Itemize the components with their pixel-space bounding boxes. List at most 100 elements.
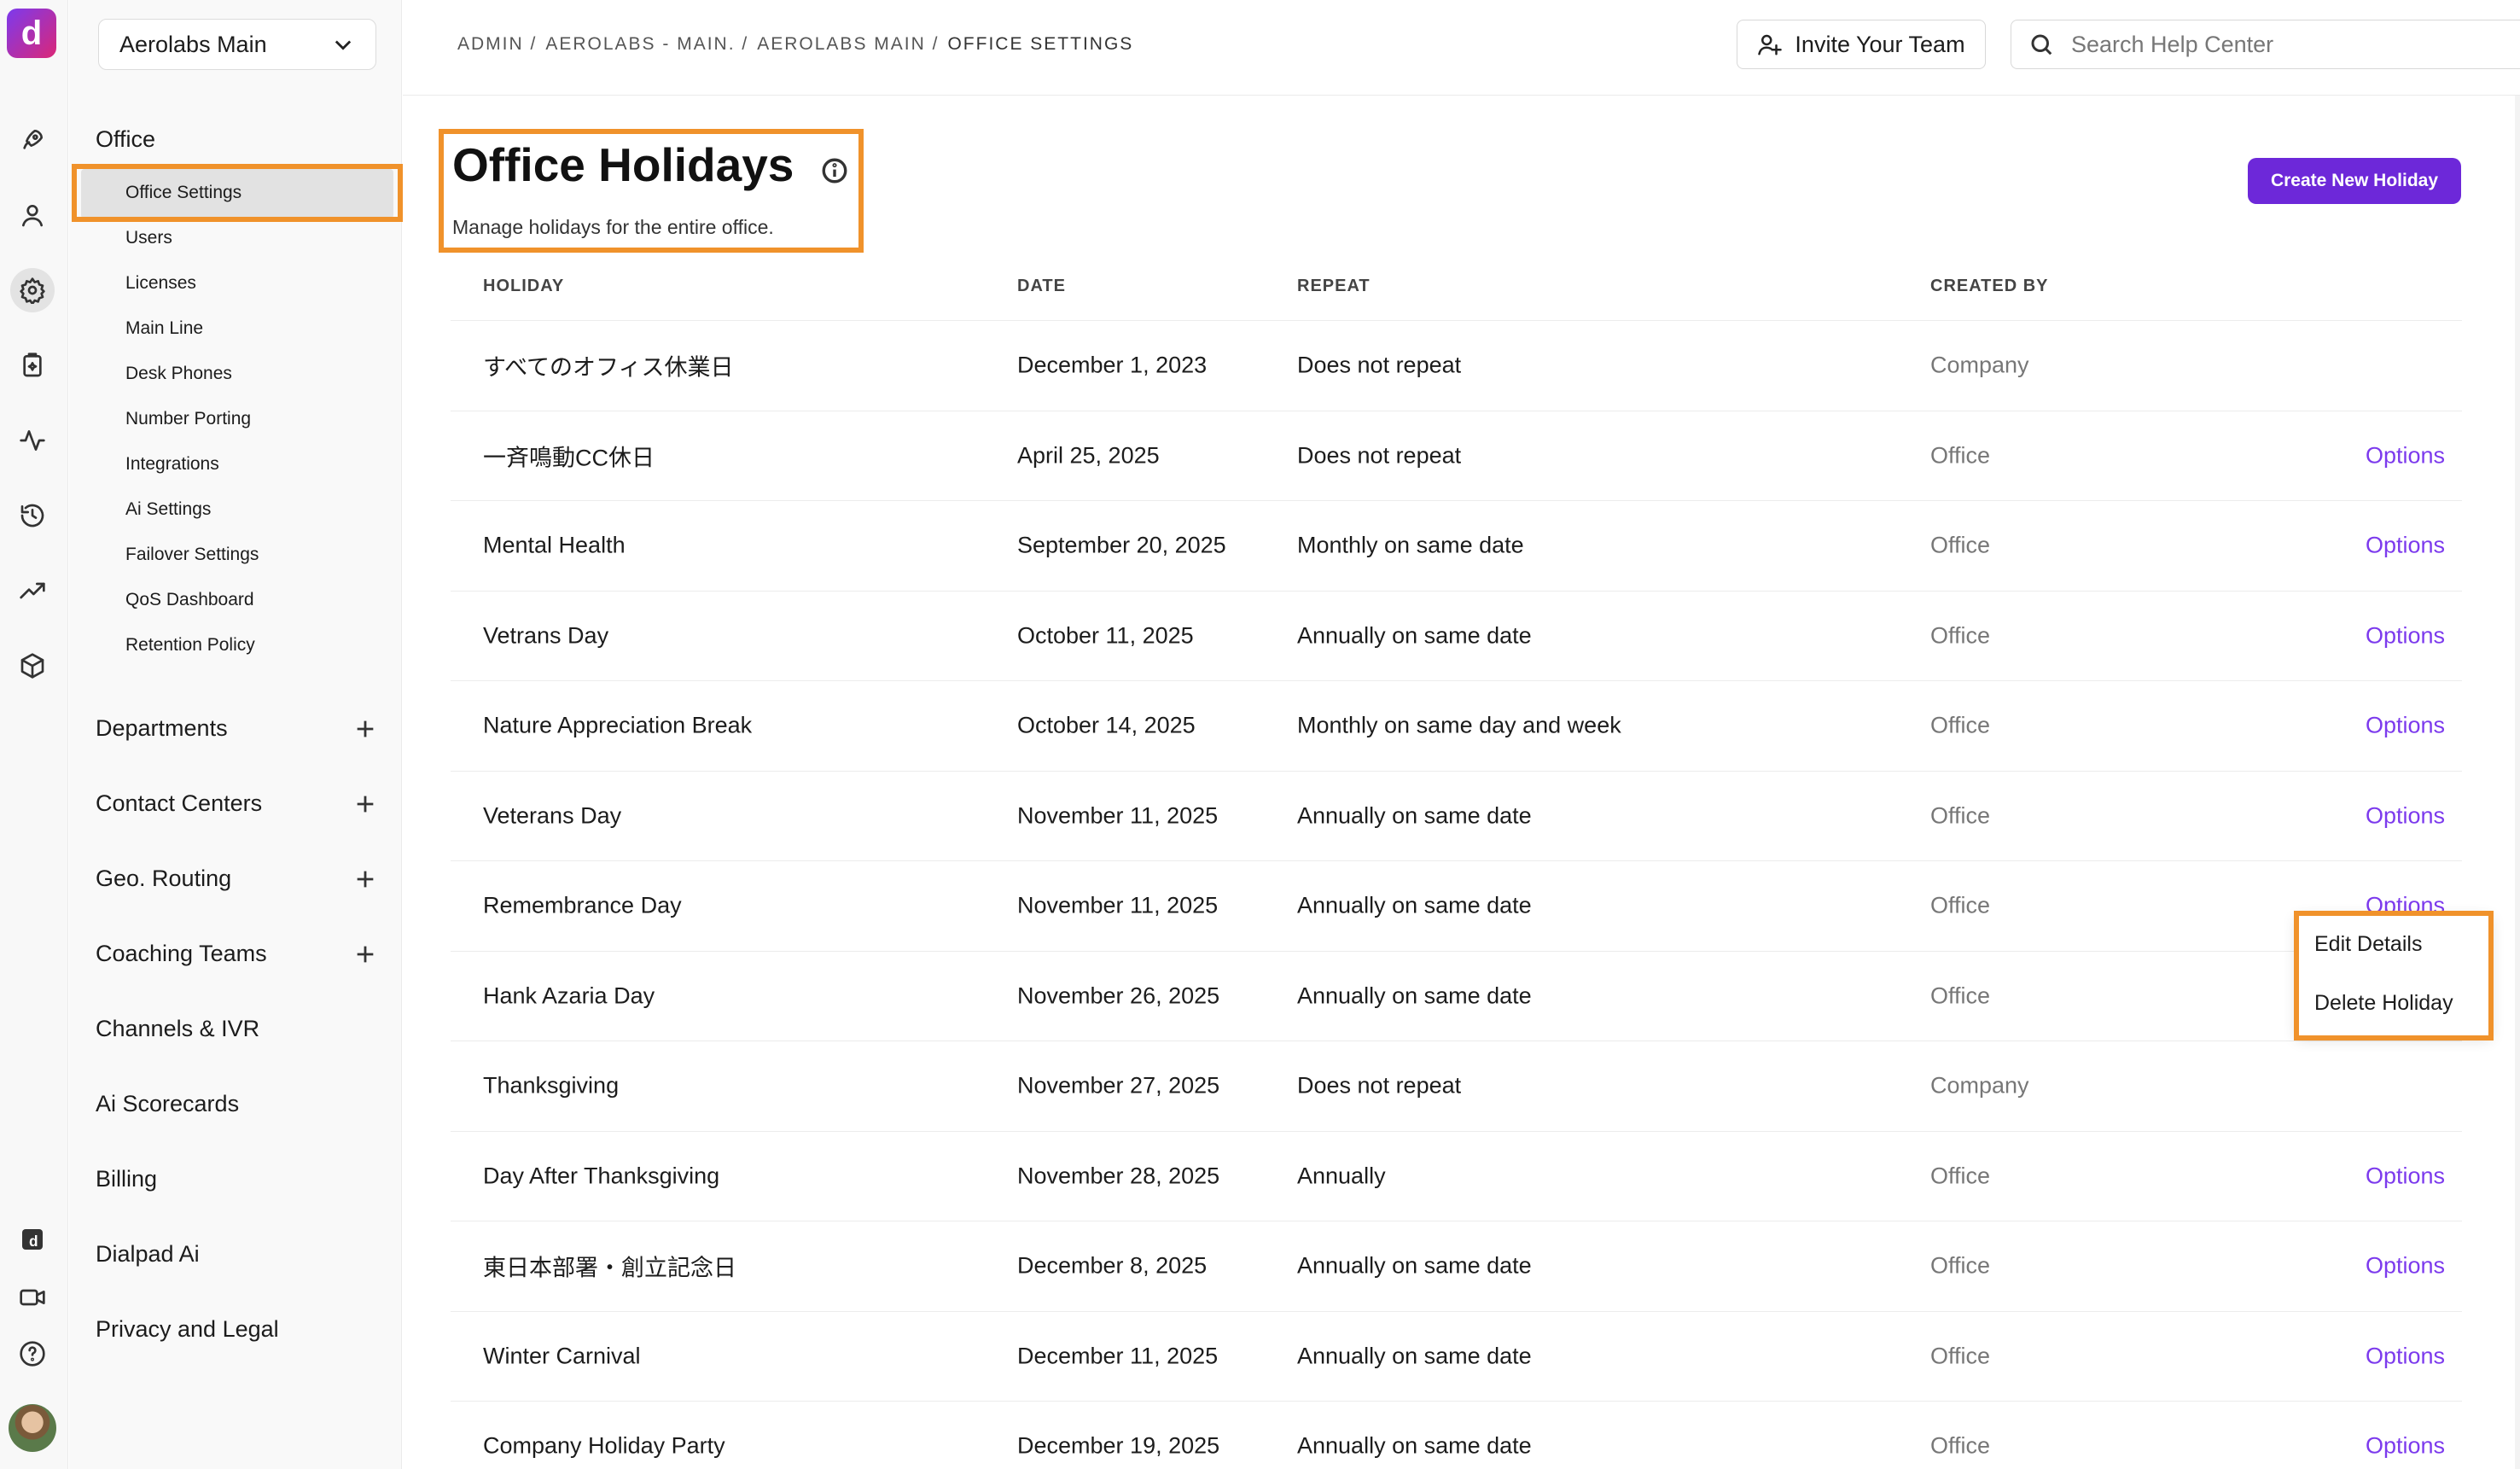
table-row: Day After Thanksgiving November 28, 2025 A… xyxy=(451,1132,2462,1221)
plus-icon[interactable] xyxy=(353,792,377,816)
table-row: 一斉鳴動CC休日 April 25, 2025 Does not repeat Off… xyxy=(451,411,2462,501)
sidebar-group-channels-ivr[interactable]: Channels & IVR xyxy=(96,1016,377,1042)
help-search[interactable] xyxy=(2011,20,2520,69)
create-holiday-button[interactable]: Create New Holiday xyxy=(2248,158,2461,204)
org-select[interactable]: Aerolabs Main xyxy=(98,19,376,70)
holiday-repeat: Annually xyxy=(1297,1163,1386,1189)
options-link[interactable]: Options xyxy=(2366,1433,2445,1460)
holiday-repeat: Annually on same date xyxy=(1297,982,1532,1009)
sidebar-item-integrations[interactable]: Integrations xyxy=(125,454,219,475)
sidebar-group-coaching-teams[interactable]: Coaching Teams xyxy=(96,941,377,967)
trending-up-icon[interactable] xyxy=(10,568,55,613)
sidebar-item-main-line[interactable]: Main Line xyxy=(125,318,203,339)
header-holiday: HOLIDAY xyxy=(483,277,565,295)
person-icon[interactable] xyxy=(10,193,55,237)
section-office[interactable]: Office xyxy=(96,126,155,153)
sidebar-group-privacy-legal[interactable]: Privacy and Legal xyxy=(96,1316,377,1343)
holiday-repeat: Annually on same date xyxy=(1297,1432,1532,1459)
clipboard-icon[interactable] xyxy=(10,343,55,388)
sidebar-item-desk-phones[interactable]: Desk Phones xyxy=(125,364,232,384)
sidebar-group-departments[interactable]: Departments xyxy=(96,715,377,742)
dialpad-logo-icon[interactable]: d xyxy=(10,1217,55,1262)
sidebar-item-ai-settings[interactable]: Ai Settings xyxy=(125,499,211,520)
holiday-created-by: Office xyxy=(1930,532,1991,558)
holiday-repeat: Does not repeat xyxy=(1297,1072,1462,1099)
holiday-created-by: Office xyxy=(1930,982,1991,1009)
scrollbar[interactable] xyxy=(2515,96,2520,1469)
cube-icon[interactable] xyxy=(10,644,55,688)
options-link[interactable]: Options xyxy=(2366,1163,2445,1189)
table-row: Nature Appreciation Break October 14, 202… xyxy=(451,681,2462,772)
options-link[interactable]: Options xyxy=(2366,713,2445,739)
search-input[interactable] xyxy=(2071,31,2498,58)
sidebar-item-retention-policy[interactable]: Retention Policy xyxy=(125,635,255,656)
sidebar-item-qos-dashboard[interactable]: QoS Dashboard xyxy=(125,590,254,610)
menu-item-edit-details[interactable]: Edit Details xyxy=(2314,932,2422,957)
holiday-name: すべてのオフィス休業日 xyxy=(483,354,734,381)
holiday-date: December 1, 2023 xyxy=(1017,352,1208,378)
table-row: Hank Azaria Day November 26, 2025 Annually… xyxy=(451,952,2462,1041)
sidebar-group-billing[interactable]: Billing xyxy=(96,1166,377,1192)
options-link[interactable]: Options xyxy=(2366,1343,2445,1369)
holiday-created-by: Office xyxy=(1930,712,1991,738)
holiday-repeat: Annually on same date xyxy=(1297,802,1532,829)
gear-icon[interactable] xyxy=(10,268,55,312)
holiday-date: December 11, 2025 xyxy=(1017,1343,1219,1369)
sidebar-item-number-porting[interactable]: Number Porting xyxy=(125,409,251,429)
breadcrumb-admin[interactable]: ADMIN / xyxy=(457,34,537,54)
header-date: DATE xyxy=(1017,277,1066,295)
sidebar-item-users[interactable]: Users xyxy=(125,228,172,248)
dialpad-logo[interactable]: d xyxy=(7,9,56,58)
activity-icon[interactable] xyxy=(10,418,55,463)
header-repeat: REPEAT xyxy=(1297,277,1371,295)
holiday-name: Remembrance Day xyxy=(483,892,682,918)
holiday-repeat: Does not repeat xyxy=(1297,442,1462,469)
page-title: Office Holidays xyxy=(452,138,794,191)
options-link[interactable]: Options xyxy=(2366,1253,2445,1280)
holiday-repeat: Annually on same date xyxy=(1297,1343,1532,1369)
breadcrumb-aerolabs-main-dot[interactable]: AEROLABS - MAIN. / xyxy=(545,34,748,54)
options-link[interactable]: Options xyxy=(2366,442,2445,469)
menu-item-delete-holiday[interactable]: Delete Holiday xyxy=(2314,991,2453,1016)
holiday-name: Winter Carnival xyxy=(483,1343,641,1369)
holiday-created-by: Office xyxy=(1930,622,1991,649)
holiday-date: December 19, 2025 xyxy=(1017,1432,1220,1459)
plus-icon[interactable] xyxy=(353,867,377,891)
table-row: すべてのオフィス休業日 December 1, 2023 Does not repe… xyxy=(451,321,2462,411)
breadcrumb: ADMIN / AEROLABS - MAIN. / AEROLABS MAIN /… xyxy=(457,34,1142,55)
holiday-date: September 20, 2025 xyxy=(1017,532,1226,558)
holiday-name: Thanksgiving xyxy=(483,1072,620,1099)
holiday-name: Company Holiday Party xyxy=(483,1432,725,1459)
holiday-date: December 8, 2025 xyxy=(1017,1252,1208,1279)
plus-icon[interactable] xyxy=(353,942,377,966)
holiday-created-by: Office xyxy=(1930,1252,1991,1279)
holiday-repeat: Annually on same date xyxy=(1297,892,1532,918)
header-created-by: CREATED BY xyxy=(1930,277,2049,295)
options-link[interactable]: Options xyxy=(2366,802,2445,829)
sidebar-group-ai-scorecards[interactable]: Ai Scorecards xyxy=(96,1091,377,1117)
sidebar-group-dialpad-ai[interactable]: Dialpad Ai xyxy=(96,1241,377,1268)
holiday-date: October 11, 2025 xyxy=(1017,622,1194,649)
breadcrumb-aerolabs-main[interactable]: AEROLABS MAIN / xyxy=(757,34,939,54)
invite-team-button[interactable]: Invite Your Team xyxy=(1737,20,1986,69)
sidebar-group-contact-centers[interactable]: Contact Centers xyxy=(96,790,377,817)
sidebar-item-office-settings[interactable]: Office Settings xyxy=(125,183,242,203)
info-icon[interactable] xyxy=(820,156,849,185)
table-header: HOLIDAY DATE REPEAT CREATED BY xyxy=(451,253,2462,321)
rocket-icon[interactable] xyxy=(10,118,55,162)
history-icon[interactable] xyxy=(10,493,55,538)
holiday-repeat: Does not repeat xyxy=(1297,352,1462,378)
options-link[interactable]: Options xyxy=(2366,533,2445,559)
video-icon[interactable] xyxy=(10,1275,55,1320)
help-icon[interactable] xyxy=(10,1332,55,1376)
plus-icon[interactable] xyxy=(353,717,377,741)
options-link[interactable]: Options xyxy=(2366,622,2445,649)
holiday-created-by: Office xyxy=(1930,892,1991,918)
sidebar-item-failover-settings[interactable]: Failover Settings xyxy=(125,545,259,565)
table-row: Mental Health September 20, 2025 Monthly o… xyxy=(451,501,2462,592)
sidebar-item-licenses[interactable]: Licenses xyxy=(125,273,196,294)
holiday-date: April 25, 2025 xyxy=(1017,442,1160,469)
avatar[interactable] xyxy=(9,1404,56,1452)
holiday-repeat: Monthly on same date xyxy=(1297,532,1524,558)
sidebar-group-geo-routing[interactable]: Geo. Routing xyxy=(96,866,377,892)
